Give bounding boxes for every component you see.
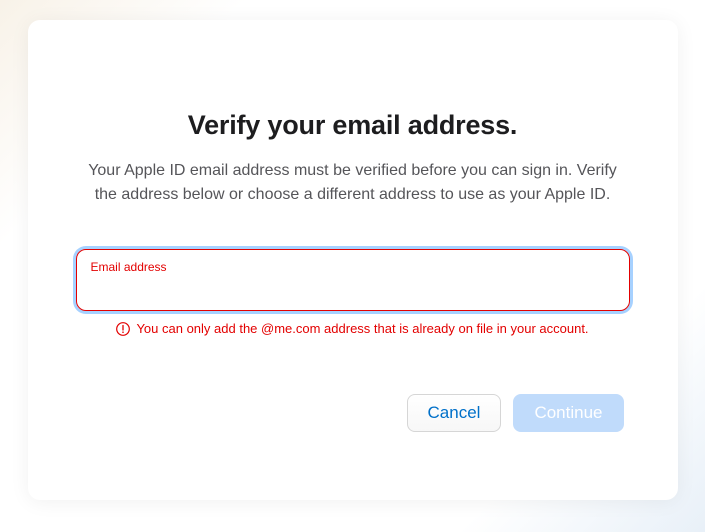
modal-title: Verify your email address.: [76, 110, 630, 141]
continue-button[interactable]: Continue: [513, 394, 623, 432]
modal-button-row: Cancel Continue: [76, 394, 630, 432]
verify-email-modal: Verify your email address. Your Apple ID…: [28, 20, 678, 500]
cancel-button[interactable]: Cancel: [407, 394, 502, 432]
modal-description: Your Apple ID email address must be veri…: [76, 159, 630, 207]
error-message-row: You can only add the @me.com address tha…: [76, 321, 630, 336]
email-input-label: Email address: [91, 260, 615, 274]
email-input-wrapper[interactable]: Email address: [76, 249, 630, 311]
email-field[interactable]: [91, 276, 615, 296]
error-message-text: You can only add the @me.com address tha…: [136, 321, 588, 336]
error-icon: [116, 322, 130, 336]
